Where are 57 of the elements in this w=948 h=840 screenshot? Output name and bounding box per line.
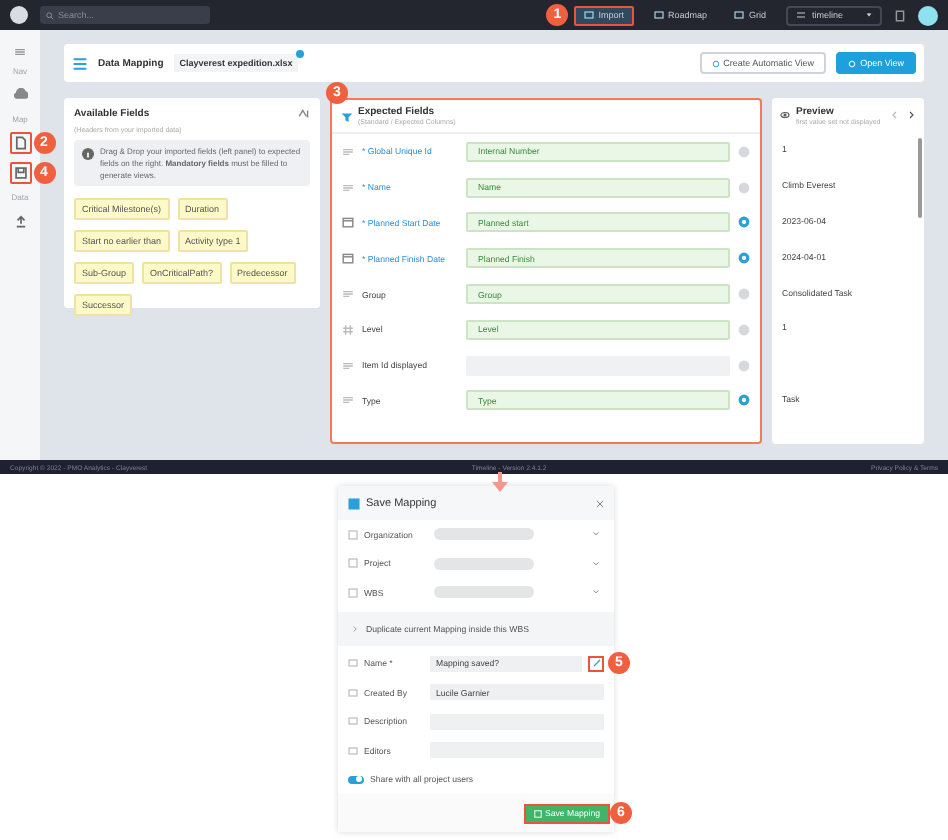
blurred-value bbox=[434, 557, 534, 570]
lines-icon bbox=[342, 288, 354, 301]
list-icon bbox=[72, 55, 88, 71]
status-dot bbox=[296, 50, 305, 58]
info-icon[interactable] bbox=[738, 323, 750, 336]
edit-button[interactable] bbox=[588, 655, 604, 672]
info-icon[interactable] bbox=[738, 288, 750, 301]
nav-icon bbox=[584, 10, 595, 20]
info-icon bbox=[82, 148, 94, 160]
avatar[interactable] bbox=[918, 5, 938, 25]
save-icon bbox=[13, 166, 27, 180]
chevron-right-icon bbox=[906, 110, 916, 120]
gear-icon[interactable] bbox=[738, 394, 750, 407]
lines-icon bbox=[342, 394, 354, 407]
upload-icon bbox=[13, 214, 27, 228]
pencil-icon bbox=[591, 658, 601, 669]
logo-icon bbox=[10, 6, 28, 24]
cloud-icon bbox=[13, 88, 27, 102]
field-icon bbox=[348, 658, 358, 669]
calendar-icon bbox=[342, 252, 354, 265]
save-icon bbox=[348, 497, 360, 509]
caret-icon bbox=[866, 12, 872, 18]
file-icon bbox=[13, 136, 27, 150]
select-field[interactable] bbox=[430, 583, 604, 602]
lines-icon bbox=[342, 359, 354, 372]
info-icon[interactable] bbox=[738, 181, 750, 194]
gear-icon[interactable] bbox=[738, 252, 750, 265]
field-icon bbox=[348, 716, 358, 727]
filter-icon bbox=[342, 111, 352, 121]
close-icon bbox=[596, 499, 604, 507]
nav-icon bbox=[734, 10, 745, 20]
field-icon bbox=[348, 687, 358, 698]
org-icon bbox=[348, 529, 358, 540]
calendar-icon bbox=[342, 216, 354, 229]
blurred-value bbox=[434, 528, 534, 541]
gear-icon[interactable] bbox=[738, 216, 750, 229]
share-toggle[interactable] bbox=[348, 775, 364, 784]
info-icon[interactable] bbox=[738, 145, 750, 158]
select-field[interactable] bbox=[430, 554, 604, 573]
org-icon bbox=[348, 558, 358, 569]
scrollbar[interactable] bbox=[918, 138, 922, 218]
org-icon bbox=[348, 587, 358, 598]
nav-icon bbox=[653, 10, 664, 20]
eye-icon bbox=[780, 110, 790, 120]
hash-icon bbox=[342, 323, 354, 336]
down-arrow-icon bbox=[490, 472, 510, 492]
info-icon[interactable] bbox=[738, 359, 750, 372]
save-icon bbox=[533, 809, 542, 817]
blurred-value bbox=[434, 586, 534, 599]
field-icon bbox=[348, 745, 358, 756]
chevron-left-icon bbox=[890, 110, 900, 120]
swap-icon bbox=[796, 10, 806, 20]
lines-icon bbox=[342, 181, 354, 194]
menu-icon bbox=[14, 46, 26, 58]
select-field[interactable] bbox=[430, 525, 604, 544]
lines-icon bbox=[342, 145, 354, 158]
search-icon bbox=[46, 11, 54, 19]
